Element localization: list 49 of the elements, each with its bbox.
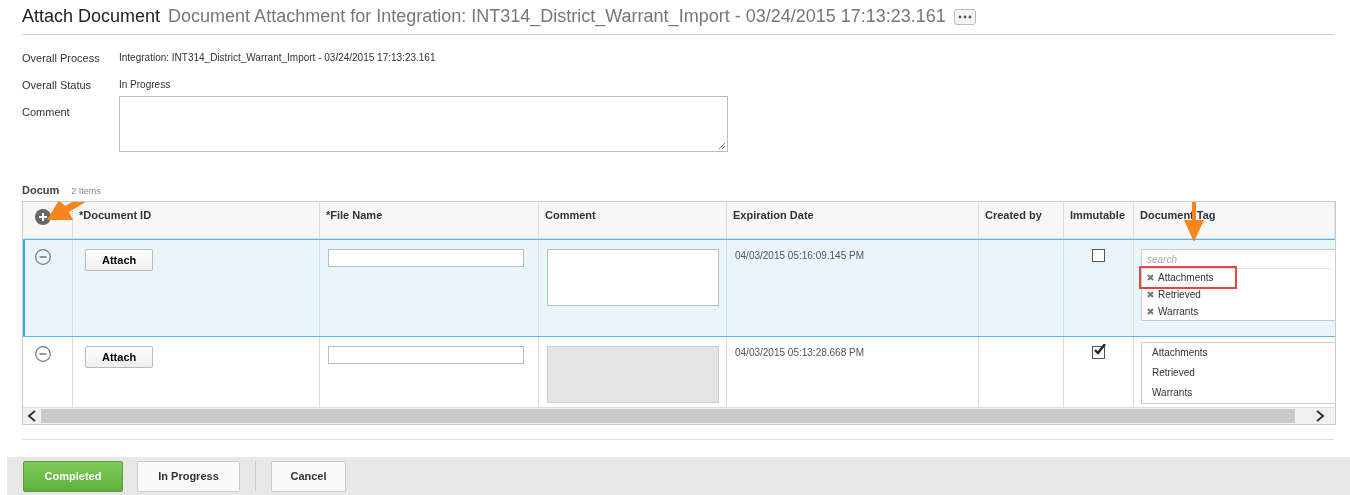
remove-row-icon[interactable] [35,249,51,265]
section-label: Docum [22,184,60,196]
item-count: 2 Items [71,186,101,196]
immutable-checkbox[interactable] [1092,346,1105,359]
remove-row-icon[interactable] [35,346,51,362]
tag-search-field[interactable]: search [1142,250,1332,269]
field-label: Comment [22,106,71,118]
resize-grip-icon[interactable] [718,142,726,150]
more-icon [957,14,972,19]
table-row[interactable]: Attach 04/03/2015 05:16:09.145 PM search Attachments Retrieved Warrants [23,239,1335,337]
column-header[interactable]: *Document ID [79,209,152,221]
column-header[interactable]: Document Tag [1140,209,1216,221]
add-icon[interactable] [35,209,51,225]
tag-editor[interactable]: search Attachments Retrieved Warrants [1141,249,1335,321]
chevron-right-icon[interactable] [1315,410,1325,422]
page-subtitle: Document Attachment for Integration: INT314_District_Warrant_Import - 03/24/2015 17:13:23.161 [168,6,946,27]
column-header[interactable]: Immutable [1070,209,1125,221]
expiration-date: 04/03/2015 05:13:28.668 PM [735,347,864,358]
tag-label: Retrieved [1158,289,1201,300]
horizontal-scrollbar[interactable] [23,407,1335,424]
chevron-left-icon[interactable] [27,410,37,422]
remove-icon[interactable] [1147,291,1154,298]
tag-label: Warrants [1158,306,1199,317]
field-label: Overall Process [22,52,101,64]
page-title: Attach Document [22,6,161,27]
tag-label: Attachments [1158,272,1214,283]
file-name-field[interactable] [328,346,524,364]
file-name-field[interactable] [328,249,524,267]
column-header[interactable]: *File Name [326,209,383,221]
column-header[interactable]: Created by [985,209,1042,221]
tag-item[interactable]: Attachments [1142,343,1335,363]
field-value: Integration: INT314_District_Warrant_Import - 03/24/2015 17:13:23.161 [119,52,437,63]
cancel-button[interactable]: Cancel [271,460,346,492]
immutable-checkbox[interactable] [1092,249,1105,262]
expiration-date: 04/03/2015 05:16:09.145 PM [735,250,864,261]
remove-icon[interactable] [1147,308,1154,315]
column-header[interactable]: Expiration Date [733,209,814,221]
more-button[interactable] [953,8,976,25]
column-header[interactable]: Comment [545,209,596,221]
field-label: Overall Status [22,79,93,91]
tag-item[interactable]: Warrants [1142,383,1335,403]
comment-field[interactable] [119,96,728,152]
in-progress-button[interactable]: In Progress [137,460,240,492]
comment-field[interactable] [547,249,719,306]
remove-icon[interactable] [1147,274,1154,281]
field-value: In Progress [119,79,172,90]
tag-item[interactable]: Retrieved [1142,363,1335,383]
attach-button[interactable]: Attach [85,346,154,368]
attach-button[interactable]: Attach [85,249,154,271]
